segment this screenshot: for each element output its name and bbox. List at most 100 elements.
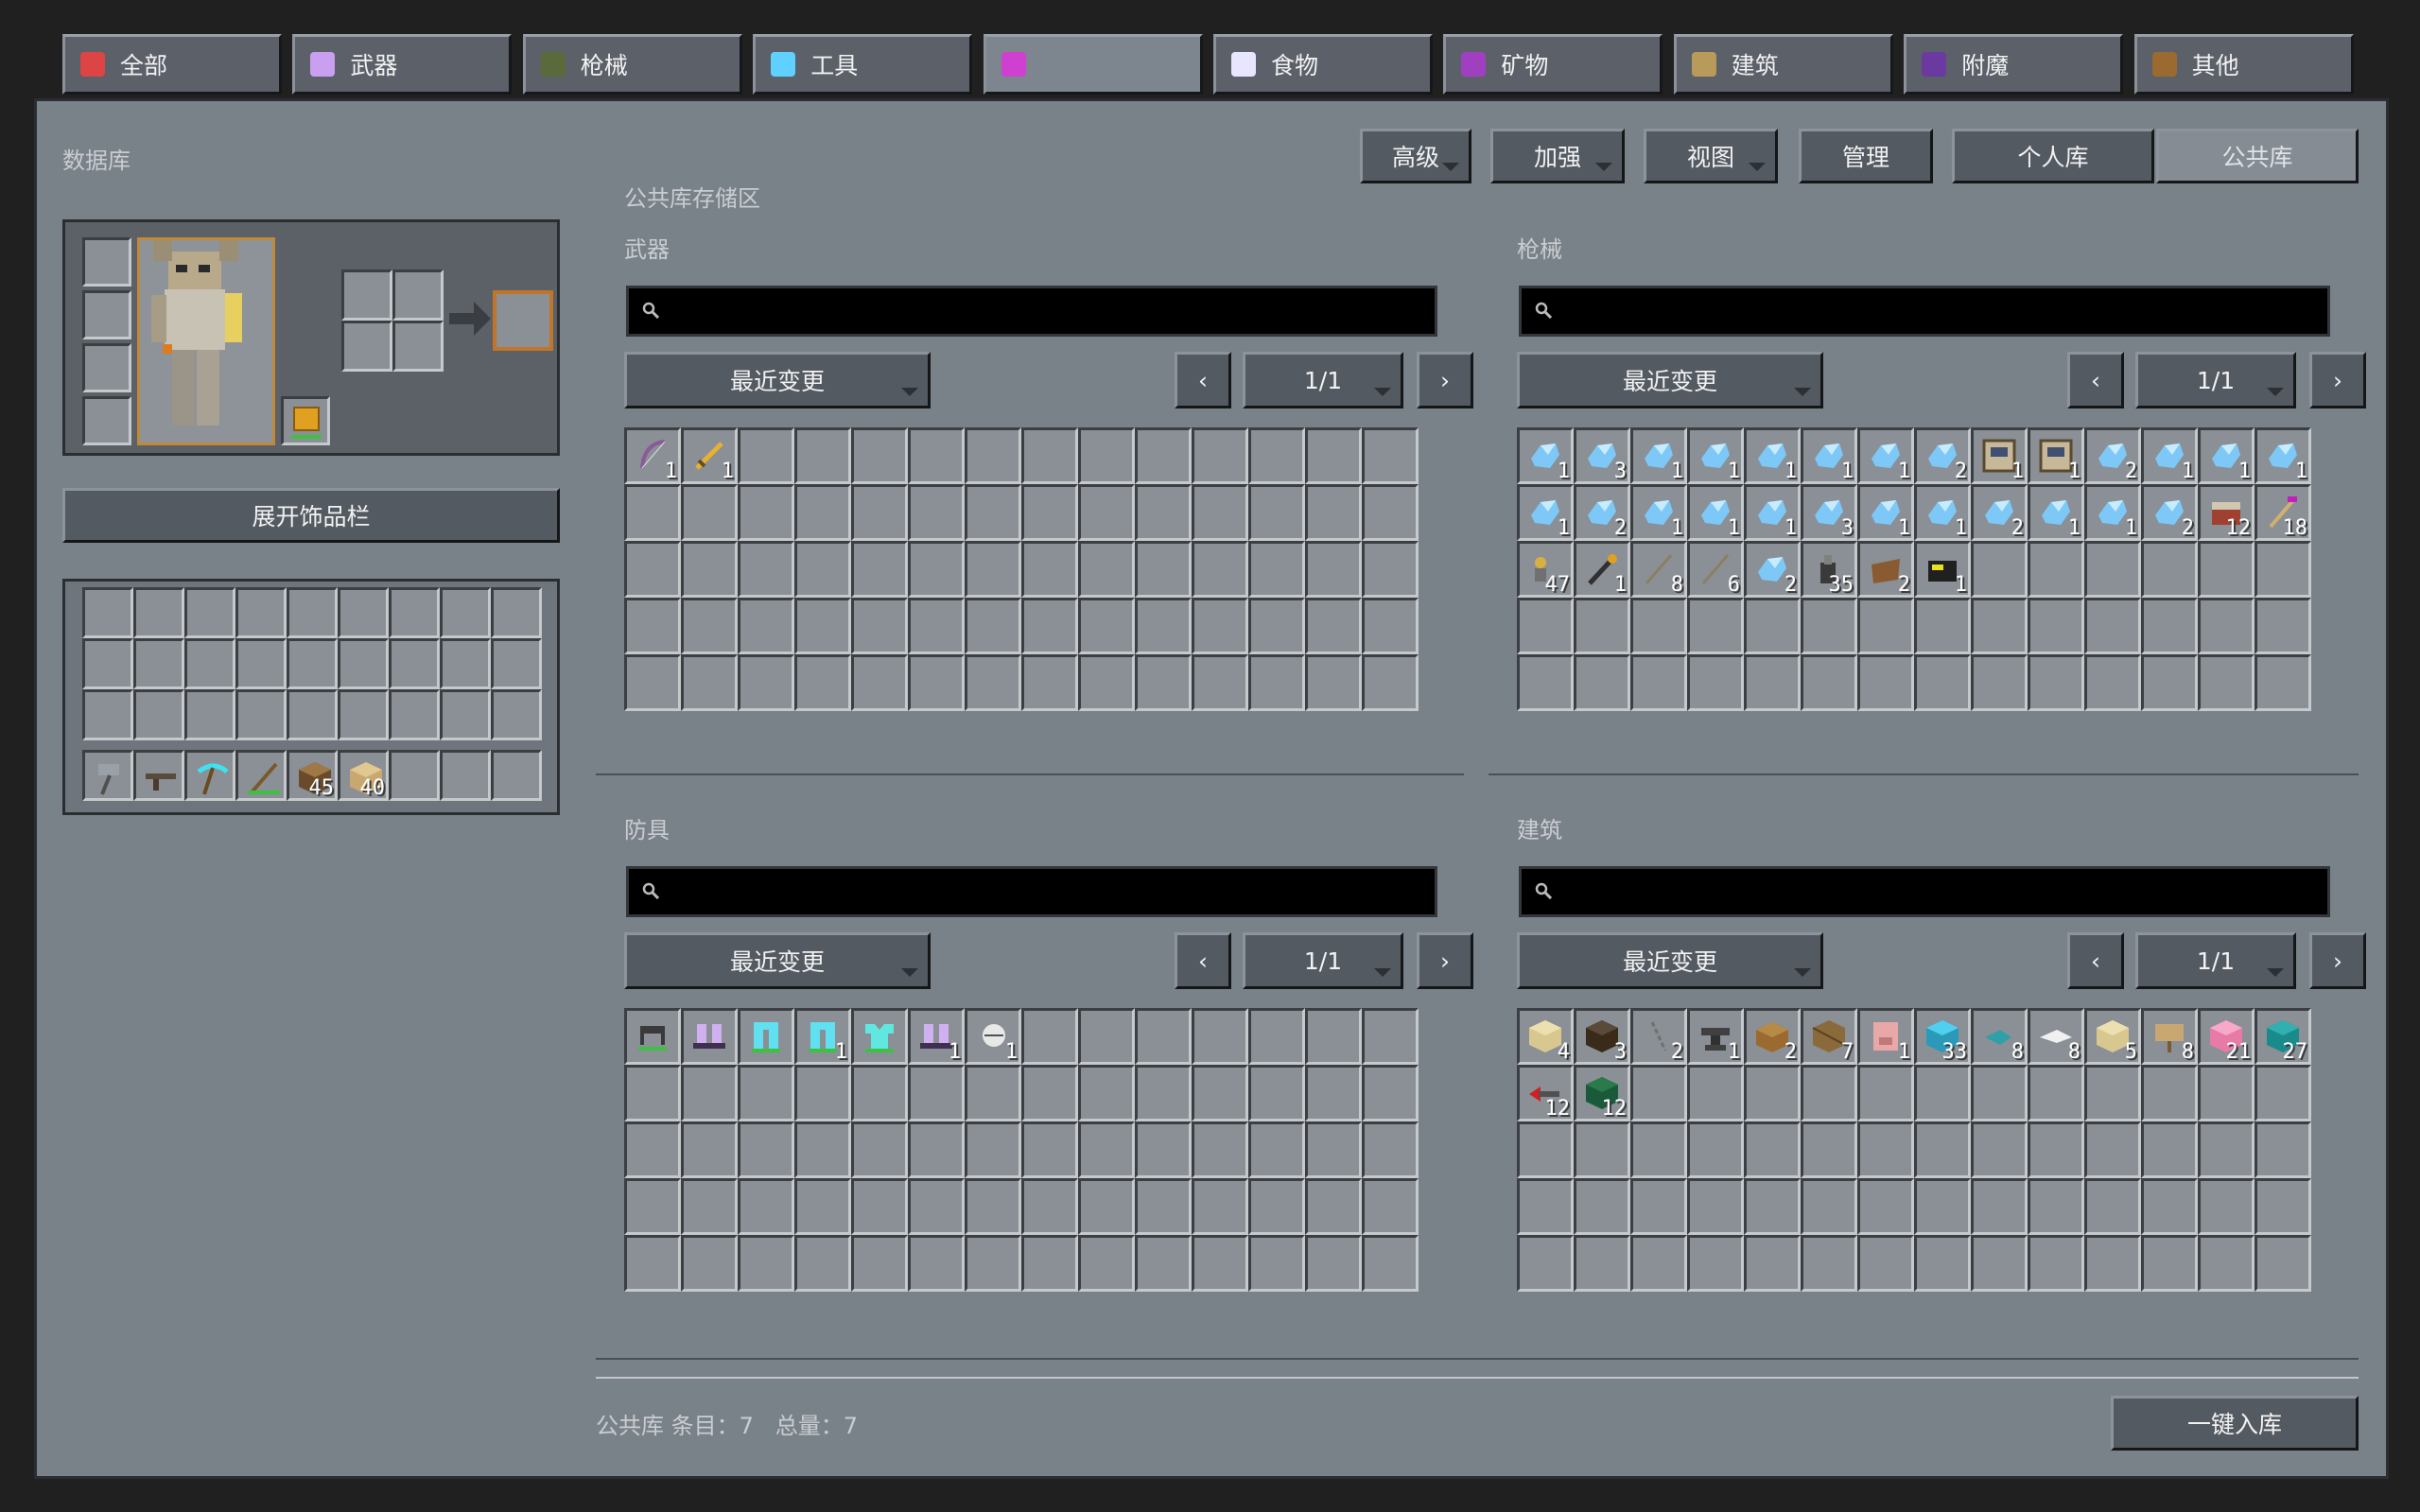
- item-slot[interactable]: [1801, 1235, 1857, 1292]
- item-slot[interactable]: [1362, 654, 1419, 711]
- item-slot[interactable]: [738, 1235, 794, 1292]
- item-slot[interactable]: [1362, 598, 1419, 654]
- prev-page-button[interactable]: ‹: [1175, 352, 1231, 408]
- item-slot[interactable]: [1362, 1065, 1419, 1121]
- item-slot[interactable]: [2084, 598, 2141, 654]
- item-slot[interactable]: [338, 587, 389, 638]
- item-slot[interactable]: [2028, 1121, 2084, 1178]
- item-slot[interactable]: [2141, 654, 2198, 711]
- item-slot[interactable]: [1078, 1065, 1135, 1121]
- item-slot[interactable]: [794, 1065, 851, 1121]
- item-slot[interactable]: [738, 598, 794, 654]
- item-slot[interactable]: 33: [1914, 1008, 1971, 1065]
- item-slot[interactable]: [1192, 1065, 1248, 1121]
- item-slot[interactable]: [1021, 484, 1078, 541]
- page-dropdown[interactable]: 1/1: [2135, 352, 2296, 408]
- item-slot[interactable]: [738, 1178, 794, 1235]
- item-slot[interactable]: [440, 750, 491, 801]
- item-slot[interactable]: [235, 587, 287, 638]
- item-slot[interactable]: [2255, 1121, 2311, 1178]
- tab-block[interactable]: 建筑: [1673, 34, 1893, 95]
- item-slot[interactable]: [908, 1235, 965, 1292]
- tab-pickaxe[interactable]: 工具: [753, 34, 973, 95]
- item-slot[interactable]: [184, 638, 235, 689]
- item-slot[interactable]: [1362, 1008, 1419, 1065]
- item-slot[interactable]: [1857, 1178, 1914, 1235]
- item-slot[interactable]: [1021, 654, 1078, 711]
- item-slot[interactable]: [1078, 598, 1135, 654]
- item-slot[interactable]: 1: [1630, 427, 1687, 484]
- item-slot[interactable]: [738, 1008, 794, 1065]
- item-slot[interactable]: [1135, 1008, 1192, 1065]
- item-slot[interactable]: [1021, 1178, 1078, 1235]
- armor-slot-head[interactable]: [82, 396, 131, 445]
- item-slot[interactable]: [491, 587, 542, 638]
- item-slot[interactable]: [287, 638, 338, 689]
- item-slot[interactable]: [1914, 1178, 1971, 1235]
- item-slot[interactable]: 5: [2084, 1008, 2141, 1065]
- item-slot[interactable]: 1: [2028, 427, 2084, 484]
- item-slot[interactable]: [1630, 1065, 1687, 1121]
- item-slot[interactable]: [1078, 654, 1135, 711]
- item-slot[interactable]: [794, 541, 851, 598]
- item-slot[interactable]: [389, 638, 440, 689]
- prev-page-button[interactable]: ‹: [2067, 932, 2124, 989]
- item-slot[interactable]: [1630, 1121, 1687, 1178]
- item-slot[interactable]: [235, 638, 287, 689]
- next-page-button[interactable]: ›: [1417, 932, 1473, 989]
- item-slot[interactable]: [1248, 598, 1305, 654]
- item-slot[interactable]: [1305, 1008, 1362, 1065]
- item-slot[interactable]: [1914, 1121, 1971, 1178]
- item-slot[interactable]: [1192, 484, 1248, 541]
- prev-page-button[interactable]: ‹: [1175, 932, 1231, 989]
- item-slot[interactable]: [2255, 541, 2311, 598]
- item-slot[interactable]: [851, 654, 908, 711]
- item-slot[interactable]: [965, 598, 1021, 654]
- item-slot[interactable]: [1305, 1178, 1362, 1235]
- item-slot[interactable]: [738, 1121, 794, 1178]
- item-slot[interactable]: [491, 638, 542, 689]
- item-slot[interactable]: [681, 1178, 738, 1235]
- item-slot[interactable]: 1: [2084, 484, 2141, 541]
- item-slot[interactable]: 8: [2141, 1008, 2198, 1065]
- tab-ore[interactable]: 矿物: [1443, 34, 1663, 95]
- item-slot[interactable]: [851, 541, 908, 598]
- item-slot[interactable]: [1517, 654, 1574, 711]
- item-slot[interactable]: 1: [1914, 541, 1971, 598]
- item-slot[interactable]: [624, 1178, 681, 1235]
- item-slot[interactable]: 3: [1574, 1008, 1630, 1065]
- item-slot[interactable]: 1: [681, 427, 738, 484]
- item-slot[interactable]: [681, 1008, 738, 1065]
- item-slot[interactable]: 1: [1857, 427, 1914, 484]
- item-slot[interactable]: [1192, 1235, 1248, 1292]
- item-slot[interactable]: [1248, 1008, 1305, 1065]
- item-slot[interactable]: 1: [1687, 484, 1744, 541]
- item-slot[interactable]: [1248, 654, 1305, 711]
- item-slot[interactable]: 12: [1574, 1065, 1630, 1121]
- item-slot[interactable]: [794, 1235, 851, 1292]
- item-slot[interactable]: 1: [2255, 427, 2311, 484]
- item-slot[interactable]: [624, 598, 681, 654]
- item-slot[interactable]: [1192, 654, 1248, 711]
- item-slot[interactable]: [2198, 1235, 2255, 1292]
- item-slot[interactable]: [681, 484, 738, 541]
- deposit-all-button[interactable]: 一键入库: [2111, 1396, 2359, 1451]
- item-slot[interactable]: [851, 1008, 908, 1065]
- page-dropdown[interactable]: 1/1: [2135, 932, 2296, 989]
- item-slot[interactable]: [133, 638, 184, 689]
- item-slot[interactable]: 2: [1914, 427, 1971, 484]
- sort-dropdown[interactable]: 最近变更: [624, 932, 931, 989]
- item-slot[interactable]: [1744, 1121, 1801, 1178]
- item-slot[interactable]: 1: [965, 1008, 1021, 1065]
- tab-gun[interactable]: 枪械: [522, 34, 742, 95]
- item-slot[interactable]: [965, 654, 1021, 711]
- item-slot[interactable]: 1: [908, 1008, 965, 1065]
- item-slot[interactable]: [82, 750, 133, 801]
- item-slot[interactable]: [624, 541, 681, 598]
- item-slot[interactable]: 1: [794, 1008, 851, 1065]
- item-slot[interactable]: [2141, 1065, 2198, 1121]
- item-slot[interactable]: [738, 484, 794, 541]
- item-slot[interactable]: [1021, 1235, 1078, 1292]
- item-slot[interactable]: [1305, 541, 1362, 598]
- item-slot[interactable]: 1: [2028, 484, 2084, 541]
